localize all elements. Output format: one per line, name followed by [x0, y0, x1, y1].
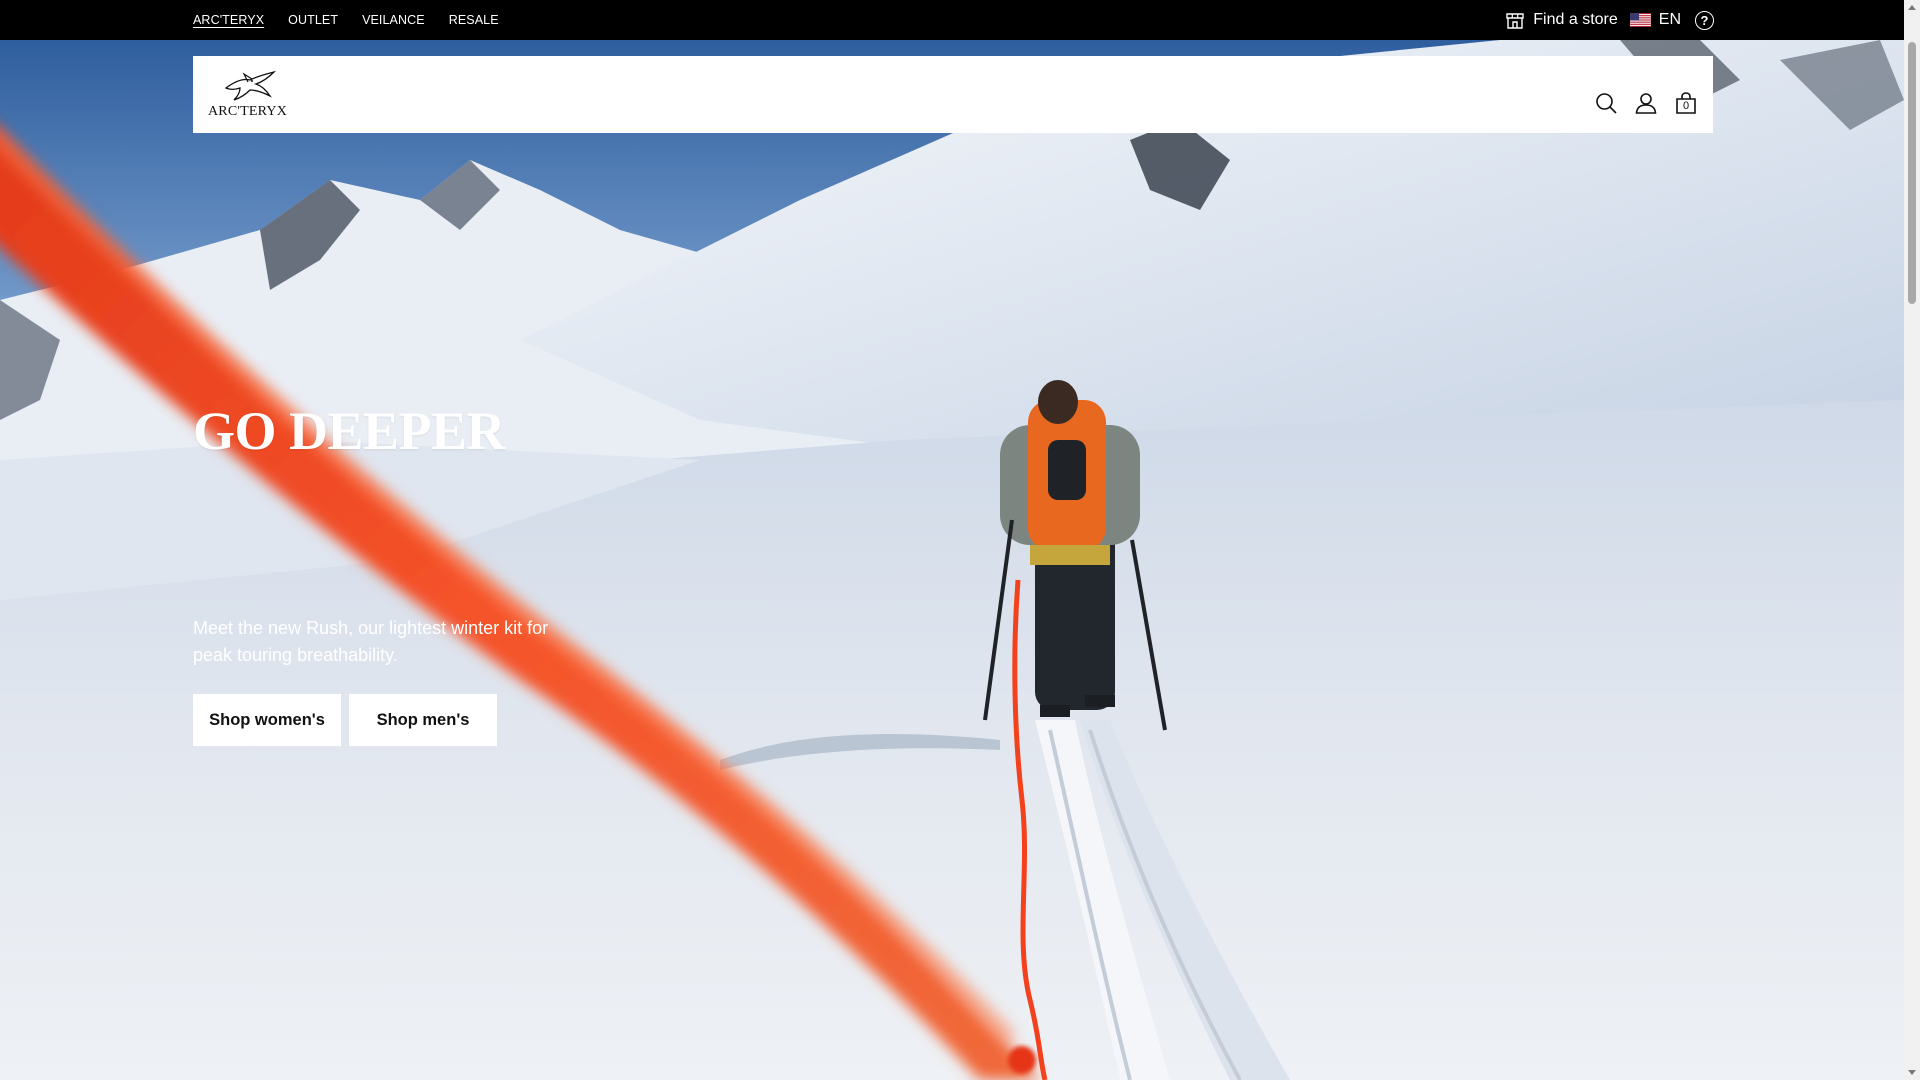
cart-button[interactable]: 0: [1675, 92, 1697, 114]
scroll-down-arrow-icon[interactable]: [1908, 1070, 1916, 1075]
store-icon: [1506, 13, 1524, 29]
account-icon[interactable]: [1635, 92, 1657, 114]
brand-link-outlet[interactable]: OUTLET: [288, 13, 338, 27]
scroll-thumb[interactable]: [1908, 42, 1916, 304]
shop-women-button[interactable]: Shop women's: [193, 694, 341, 746]
brand-link-veilance[interactable]: VEILANCE: [362, 13, 425, 27]
search-icon[interactable]: [1595, 92, 1617, 114]
hero-cta-group: Shop women's Shop men's: [193, 694, 497, 746]
brand-link-arcteryx[interactable]: ARC'TERYX: [193, 13, 264, 27]
hero-image: [0, 40, 1904, 1080]
archaeopteryx-logo-icon: [224, 70, 277, 101]
find-store-label: Find a store: [1533, 11, 1618, 28]
header-actions: 0: [1595, 92, 1697, 114]
language-label: EN: [1658, 11, 1681, 28]
main-header: ARC'TERYX 0: [193, 56, 1713, 133]
page-scrollbar[interactable]: [1904, 0, 1920, 1080]
hero-description: Meet the new Rush, our lightest winter k…: [193, 618, 549, 665]
utility-actions: Find a store EN ?: [1505, 0, 1714, 40]
help-icon[interactable]: ?: [1695, 10, 1714, 30]
shop-men-button[interactable]: Shop men's: [349, 694, 497, 746]
language-selector[interactable]: EN: [1629, 11, 1681, 29]
hero-banner: [0, 40, 1904, 1080]
site-logo[interactable]: ARC'TERYX: [208, 70, 288, 120]
cart-count: 0: [1682, 100, 1690, 112]
brand-links-nav: ARC'TERYX OUTLET VEILANCE RESALE: [193, 0, 499, 40]
scroll-up-arrow-icon[interactable]: [1908, 5, 1916, 10]
logo-wordmark: ARC'TERYX: [208, 104, 287, 119]
us-flag-icon: [1629, 13, 1651, 27]
find-store-link[interactable]: Find a store: [1505, 10, 1618, 30]
hero-title: GO DEEPER: [193, 401, 506, 461]
brand-link-resale[interactable]: RESALE: [449, 13, 499, 27]
utility-bar: ARC'TERYX OUTLET VEILANCE RESALE Find a …: [0, 0, 1904, 40]
